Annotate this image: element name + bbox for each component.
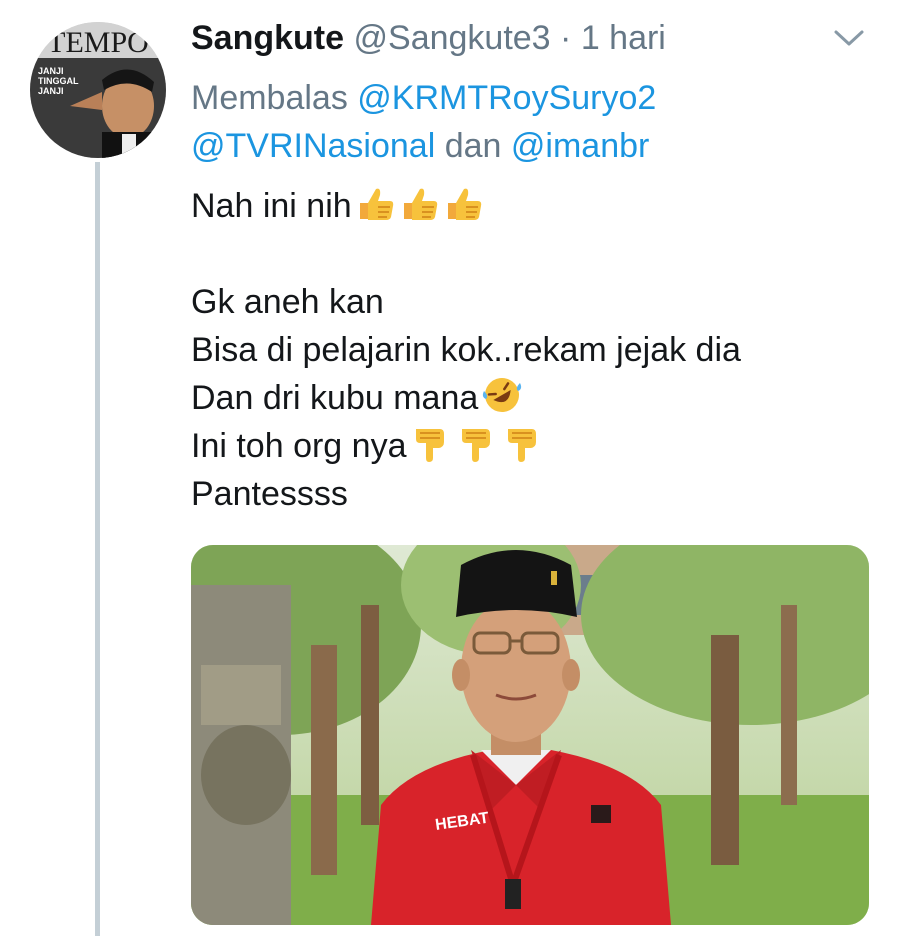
mention-link[interactable]: @imanbr — [511, 127, 649, 165]
display-name[interactable]: Sangkute — [191, 19, 344, 57]
user-handle[interactable]: @Sangkute3 — [354, 19, 551, 57]
tweet-line: Gk aneh kan — [191, 283, 384, 321]
tweet-line: Bisa di pelajarin kok..rekam jejak dia — [191, 331, 741, 369]
tweet-line-text: Nah ini nih — [191, 187, 352, 225]
avatar-image: TEMPO JANJI TINGGAL JANJI — [30, 22, 166, 158]
tweet-line-text: Dan dri kubu mana — [191, 379, 479, 417]
tweet-line: Pantessss — [191, 475, 348, 513]
avatar-masthead: TEMPO — [47, 26, 149, 59]
timestamp[interactable]: 1 hari — [581, 19, 666, 57]
avatar[interactable]: TEMPO JANJI TINGGAL JANJI — [30, 22, 166, 158]
tweet-text: Nah ini nih Gk aneh kan Bisa di pelajari… — [191, 182, 871, 518]
thumbs-up-icon — [354, 183, 486, 236]
pointing-down-icon — [408, 423, 540, 476]
avatar-cover-line: JANJI — [38, 86, 64, 96]
tweet-line-text: Ini toh org nya — [191, 427, 407, 465]
photo-image: HEBAT — [191, 545, 869, 925]
replying-to: Membalas @KRMTRoySuryo2 @TVRINasional da… — [191, 74, 871, 170]
chevron-down-icon[interactable] — [832, 26, 866, 50]
separator: · — [550, 19, 581, 57]
tweet-line: Ini toh org nya — [191, 422, 871, 470]
reply-prefix: Membalas — [191, 79, 358, 117]
tweet-line: Nah ini nih — [191, 182, 871, 230]
mention-link[interactable]: @KRMTRoySuryo2 — [357, 79, 656, 117]
reply-conjunction: dan — [435, 127, 511, 165]
tweet-header: Sangkute @Sangkute3 · 1 hari — [191, 16, 666, 60]
tweet-line: Dan dri kubu mana — [191, 374, 871, 422]
avatar-cover-line: TINGGAL — [38, 76, 79, 86]
avatar-cover-line: JANJI — [38, 66, 64, 76]
tweet-line — [191, 230, 871, 278]
thread-line — [95, 162, 100, 936]
laughing-emoji-icon — [480, 375, 524, 428]
mention-link[interactable]: @TVRINasional — [191, 127, 435, 165]
tweet-photo[interactable]: HEBAT — [191, 545, 869, 925]
